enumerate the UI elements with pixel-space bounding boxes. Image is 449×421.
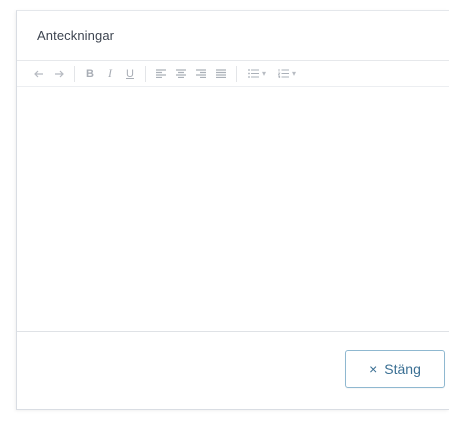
align-right-icon xyxy=(196,69,206,78)
bullet-list-dropdown[interactable]: ▾ xyxy=(242,64,272,84)
close-button[interactable]: × Stäng xyxy=(345,350,445,388)
dialog-footer: × Stäng xyxy=(17,332,449,409)
italic-button[interactable]: I xyxy=(100,64,120,84)
notes-dialog: Anteckningar B I U ▾ ▾ × Stäng xyxy=(16,10,449,410)
toolbar-separator xyxy=(74,65,75,82)
close-button-label: Stäng xyxy=(384,361,421,377)
align-right-button[interactable] xyxy=(191,64,211,84)
undo-icon xyxy=(34,70,43,77)
bold-button[interactable]: B xyxy=(80,64,100,84)
numbered-list-icon xyxy=(277,69,289,78)
chevron-down-icon: ▾ xyxy=(291,69,296,78)
underline-button[interactable]: U xyxy=(120,64,140,84)
align-center-button[interactable] xyxy=(171,64,191,84)
toolbar-separator xyxy=(236,65,237,82)
align-center-icon xyxy=(176,69,186,78)
chevron-down-icon: ▾ xyxy=(261,69,266,78)
align-left-button[interactable] xyxy=(151,64,171,84)
align-left-icon xyxy=(156,69,166,78)
editor-toolbar: B I U ▾ ▾ xyxy=(17,61,449,87)
dialog-title: Anteckningar xyxy=(37,28,115,43)
bullet-list-icon xyxy=(248,69,259,78)
close-icon: × xyxy=(369,361,378,377)
toolbar-separator xyxy=(145,65,146,82)
redo-button[interactable] xyxy=(49,64,69,84)
undo-button[interactable] xyxy=(29,64,49,84)
redo-icon xyxy=(55,70,64,77)
align-justify-button[interactable] xyxy=(211,64,231,84)
notes-editor[interactable] xyxy=(17,87,449,332)
align-justify-icon xyxy=(216,69,226,78)
dialog-header: Anteckningar xyxy=(17,11,449,61)
numbered-list-dropdown[interactable]: ▾ xyxy=(272,64,302,84)
